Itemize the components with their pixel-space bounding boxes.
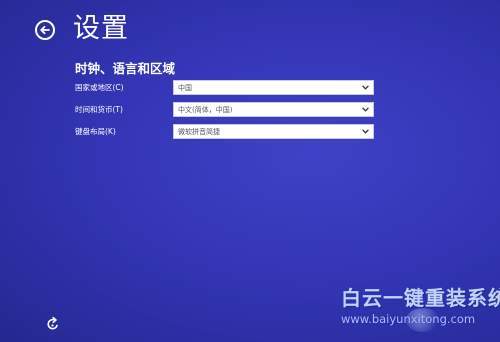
back-button[interactable] [35,20,55,40]
watermark-title: 白云一键重装系统 [341,286,500,310]
country-label: 国家或地区(C) [75,83,124,92]
setting-row-country: 国家或地区(C) 中国 [75,80,375,96]
chevron-down-icon [362,85,369,90]
time-currency-select-value: 中文(简体，中国) [178,106,233,114]
time-currency-label: 时间和货币(T) [75,105,123,114]
keyboard-select-value: 微软拼音简捷 [178,128,220,136]
chevron-down-icon [362,129,369,134]
keyboard-select[interactable]: 微软拼音简捷 [173,124,374,139]
setting-row-time-currency: 时间和货币(T) 中文(简体，中国) [75,102,375,118]
watermark-url: www.baiyunxitong.com [341,312,476,326]
chevron-down-icon [362,107,369,112]
country-select-value: 中国 [178,84,192,92]
sync-icon[interactable] [45,316,61,332]
time-currency-select[interactable]: 中文(简体，中国) [173,102,374,117]
back-arrow-icon [40,25,50,35]
country-select[interactable]: 中国 [173,80,374,95]
page-title: 设置 [73,13,129,44]
setting-row-keyboard: 键盘布局(K) 微软拼音简捷 [75,124,375,140]
section-title: 时钟、语言和区域 [75,61,176,76]
keyboard-label: 键盘布局(K) [75,127,116,136]
watermark: 白云一键重装系统 www.baiyunxitong.com [336,284,500,342]
